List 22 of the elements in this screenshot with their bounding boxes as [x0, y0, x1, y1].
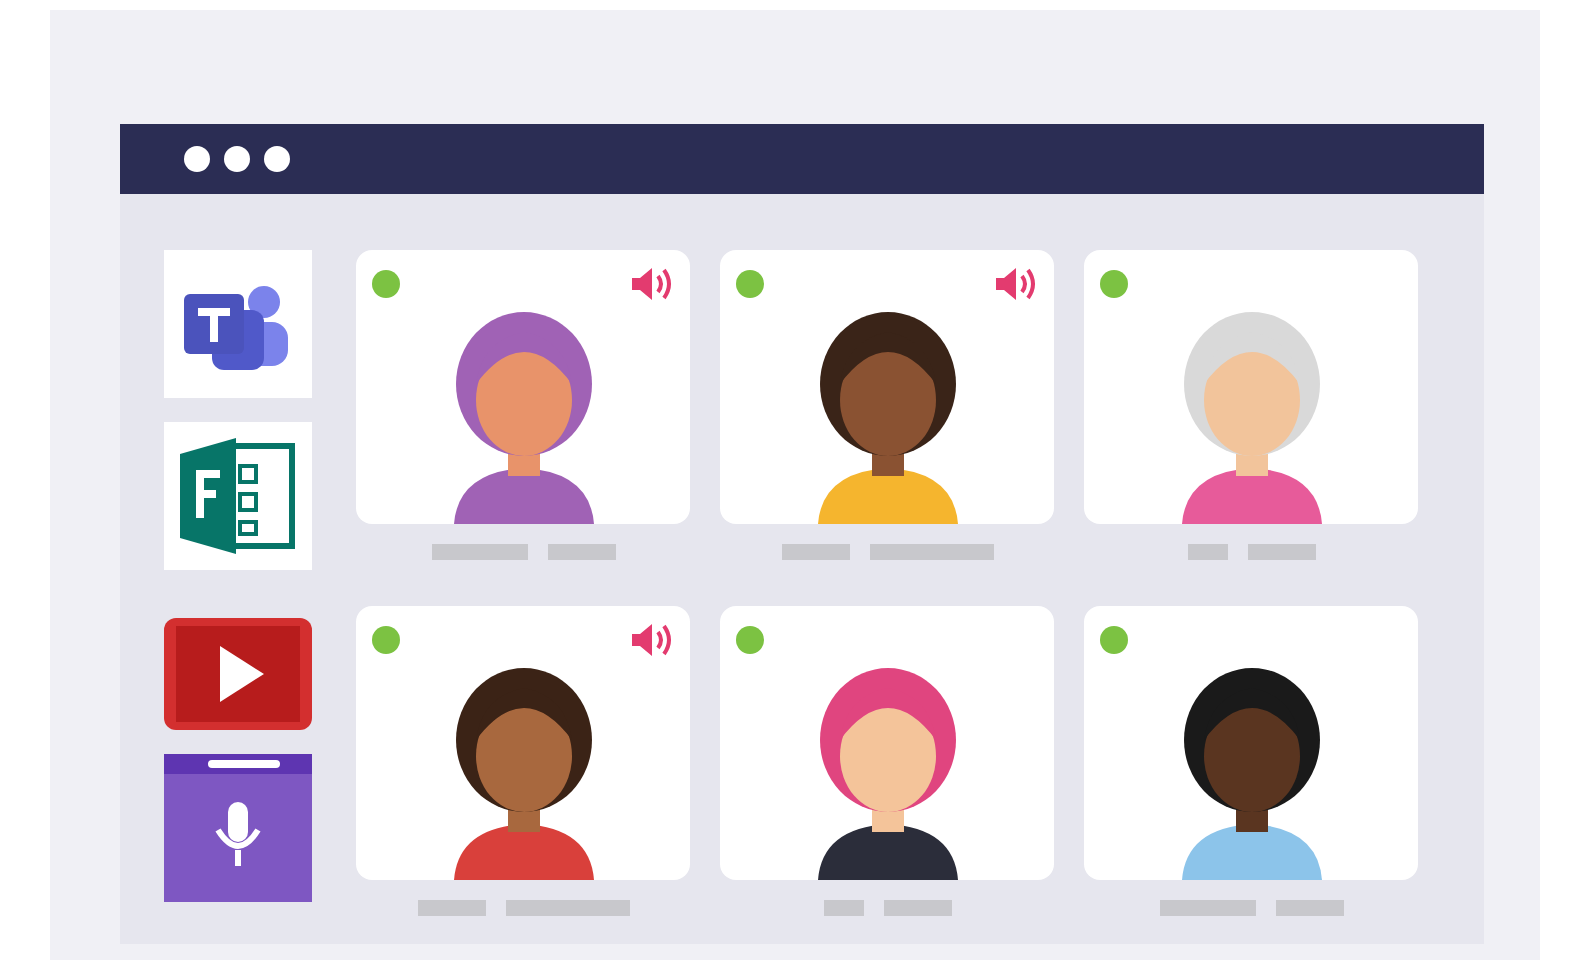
name-placeholder-bar [781, 544, 849, 560]
name-placeholder-bar [1275, 899, 1343, 915]
name-placeholder-bar [1247, 544, 1315, 560]
name-placeholder-bar [505, 899, 629, 915]
video-tile[interactable] [356, 605, 690, 879]
name-placeholder-bar [431, 544, 527, 560]
name-placeholder-bar [547, 544, 615, 560]
name-placeholder-bar [417, 899, 485, 915]
name-placeholder-bar [1159, 899, 1255, 915]
video-tile[interactable] [720, 250, 1054, 524]
name-placeholder-bar [869, 544, 993, 560]
video-app-icon[interactable] [164, 618, 312, 730]
name-placeholder-bar [1187, 544, 1227, 560]
name-placeholder-bar [823, 899, 863, 915]
video-tile[interactable] [720, 605, 1054, 879]
chat-app-icon[interactable] [164, 250, 312, 398]
video-tile[interactable] [1084, 250, 1418, 524]
video-tile[interactable] [1084, 605, 1418, 879]
video-tile[interactable] [356, 250, 690, 524]
form-app-icon[interactable] [164, 422, 312, 570]
microphone-app-icon[interactable] [164, 754, 312, 902]
name-placeholder-bar [883, 899, 951, 915]
